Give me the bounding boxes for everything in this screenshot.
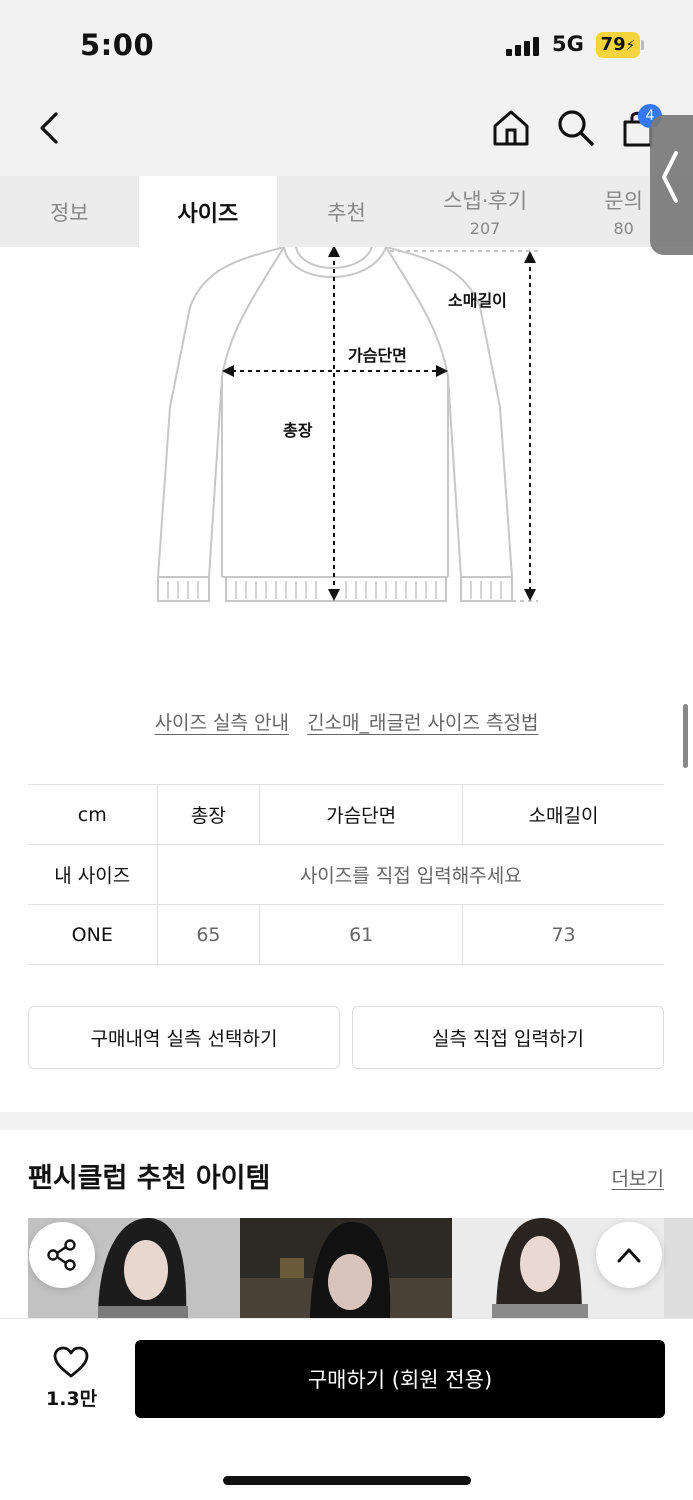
value-cell: 73 <box>462 904 664 965</box>
recommend-title: 팬시클럽 추천 아이템 <box>28 1163 271 1194</box>
sleeve-length-label: 소매길이 <box>448 291 507 310</box>
value-cell: 61 <box>259 904 464 965</box>
battery-icon: 79⚡ <box>596 32 640 58</box>
table-header-row: cm 총장 가슴단면 소매길이 <box>28 784 664 845</box>
my-size-row: 내 사이즈 사이즈를 직접 입력해주세요 <box>28 844 664 905</box>
tab-size[interactable]: 사이즈 <box>138 176 278 247</box>
value-cell: 65 <box>157 904 261 965</box>
share-icon <box>47 1239 76 1271</box>
product-image[interactable] <box>664 1218 693 1318</box>
scroll-top-button[interactable] <box>596 1222 662 1288</box>
share-button[interactable] <box>29 1222 95 1288</box>
tab-bar: 정보 사이즈 추천 스냅·후기 207 문의 80 <box>0 176 693 247</box>
status-bar: 5:00 5G 79⚡ <box>0 0 693 90</box>
column-header: 소매길이 <box>462 784 664 845</box>
select-purchase-history-button[interactable]: 구매내역 실측 선택하기 <box>28 1006 340 1069</box>
back-icon[interactable] <box>30 108 70 148</box>
table-row: ONE 65 61 73 <box>28 904 664 965</box>
my-size-label: 내 사이즈 <box>28 844 158 905</box>
tab-recommend[interactable]: 추천 <box>277 176 416 247</box>
home-indicator <box>223 1476 471 1485</box>
chevron-left-icon <box>662 151 678 203</box>
measure-buttons: 구매내역 실측 선택하기 실측 직접 입력하기 <box>28 1006 664 1069</box>
direct-input-button[interactable]: 실측 직접 입력하기 <box>352 1006 664 1069</box>
home-icon[interactable] <box>491 108 531 148</box>
section-divider <box>0 1112 693 1130</box>
search-icon[interactable] <box>556 108 596 148</box>
size-name-cell: ONE <box>28 904 158 965</box>
tab-label: 정보 <box>49 200 89 225</box>
tab-info[interactable]: 정보 <box>0 176 139 247</box>
size-guide-links: 사이즈 실측 안내 긴소매_래글런 사이즈 측정법 <box>0 708 693 735</box>
column-header: 가슴단면 <box>259 784 464 845</box>
tab-count: 207 <box>469 219 501 238</box>
battery-level: 79 <box>600 34 626 55</box>
recommend-images <box>28 1218 693 1318</box>
size-diagram: 소매길이 가슴단면 총장 <box>0 245 693 667</box>
battery-tip <box>641 40 644 50</box>
status-time: 5:00 <box>80 28 155 62</box>
tab-snap-review[interactable]: 스냅·후기 207 <box>416 176 555 247</box>
sweater-illustration <box>157 245 538 602</box>
unit-cell: cm <box>28 784 158 845</box>
my-size-input[interactable]: 사이즈를 직접 입력해주세요 <box>157 844 664 905</box>
product-image[interactable] <box>240 1218 452 1318</box>
size-guide-link[interactable]: 사이즈 실측 안내 <box>155 712 289 734</box>
tab-count: 80 <box>613 219 634 238</box>
buy-button[interactable]: 구매하기 (회원 전용) <box>135 1340 665 1418</box>
tab-label: 추천 <box>327 200 366 225</box>
side-panel-handle[interactable] <box>650 115 693 255</box>
measure-method-link[interactable]: 긴소매_래글런 사이즈 측정법 <box>307 712 538 734</box>
tab-label: 사이즈 <box>177 201 239 227</box>
total-length-label: 총장 <box>283 421 313 440</box>
chevron-up-icon <box>617 1248 641 1263</box>
signal-icon <box>506 36 542 56</box>
tab-label: 스냅·후기 <box>443 189 528 213</box>
tab-label: 문의 <box>604 189 643 213</box>
size-table: cm 총장 가슴단면 소매길이 내 사이즈 사이즈를 직접 입력해주세요 ONE… <box>28 784 664 965</box>
column-header: 총장 <box>157 784 261 845</box>
chest-width-label: 가슴단면 <box>348 346 407 365</box>
more-link[interactable]: 더보기 <box>612 1164 664 1191</box>
heart-icon[interactable] <box>52 1345 90 1379</box>
network-type: 5G <box>552 32 584 56</box>
like-count: 1.3만 <box>46 1388 98 1410</box>
